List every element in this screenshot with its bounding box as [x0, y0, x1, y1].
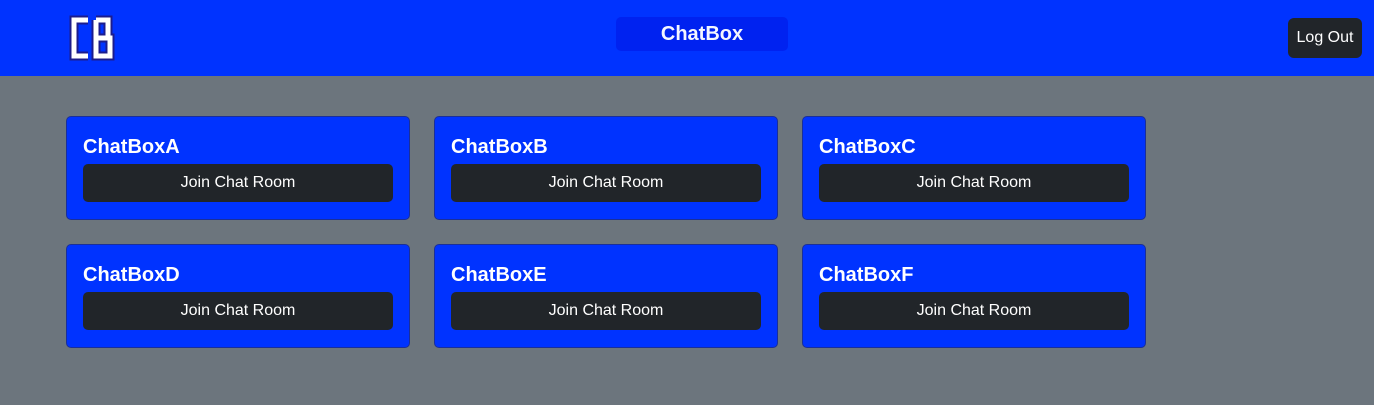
chat-room-title: ChatBoxD	[83, 264, 180, 286]
logo[interactable]	[66, 14, 118, 62]
chat-room-card: ChatBoxD Join Chat Room	[66, 244, 410, 348]
chat-room-card: ChatBoxA Join Chat Room	[66, 116, 410, 220]
chat-room-title: ChatBoxA	[83, 136, 180, 158]
cb-logo-icon	[69, 15, 115, 61]
join-chat-room-button[interactable]: Join Chat Room	[83, 164, 393, 202]
chat-room-title: ChatBoxE	[451, 264, 547, 286]
logout-button[interactable]: Log Out	[1288, 18, 1362, 58]
chat-room-card: ChatBoxE Join Chat Room	[434, 244, 778, 348]
brand-title[interactable]: ChatBox	[616, 17, 788, 51]
chat-room-title: ChatBoxC	[819, 136, 916, 158]
join-chat-room-button[interactable]: Join Chat Room	[451, 164, 761, 202]
chat-room-grid: ChatBoxA Join Chat Room ChatBoxB Join Ch…	[66, 116, 1146, 348]
chat-room-card: ChatBoxB Join Chat Room	[434, 116, 778, 220]
chat-room-card: ChatBoxC Join Chat Room	[802, 116, 1146, 220]
join-chat-room-button[interactable]: Join Chat Room	[83, 292, 393, 330]
join-chat-room-button[interactable]: Join Chat Room	[819, 164, 1129, 202]
chat-room-card: ChatBoxF Join Chat Room	[802, 244, 1146, 348]
navbar: ChatBox Log Out	[0, 0, 1374, 76]
join-chat-room-button[interactable]: Join Chat Room	[819, 292, 1129, 330]
chat-room-title: ChatBoxB	[451, 136, 548, 158]
join-chat-room-button[interactable]: Join Chat Room	[451, 292, 761, 330]
chat-room-title: ChatBoxF	[819, 264, 914, 286]
